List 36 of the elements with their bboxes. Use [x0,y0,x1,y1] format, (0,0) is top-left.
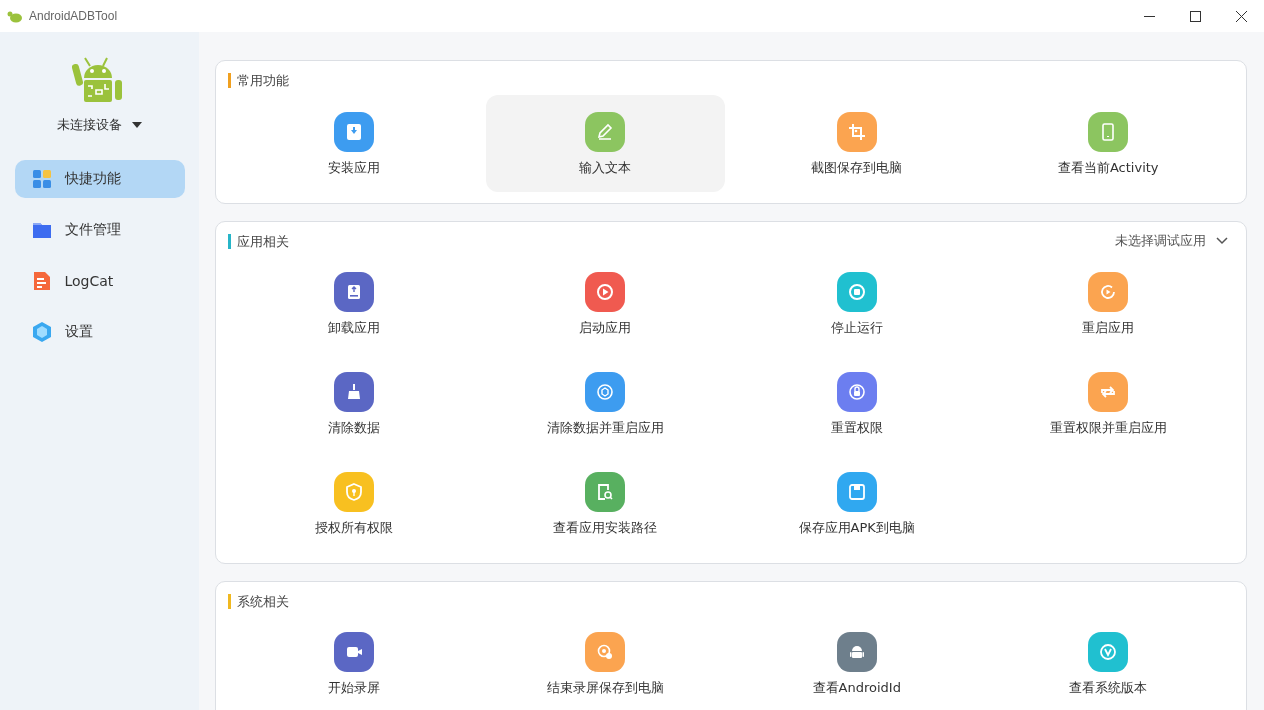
function-button[interactable]: 查看系统版本 [988,615,1228,710]
function-button[interactable]: 输入文本 [485,95,725,192]
function-button[interactable]: 查看AndroidId [737,615,977,710]
function-button[interactable]: 查看应用安装路径 [485,455,725,552]
window-title: AndroidADBTool [29,9,118,23]
sidebar-item[interactable]: 文件管理 [14,211,185,249]
function-button[interactable]: 截图保存到电脑 [737,95,977,192]
grid-icon [30,168,53,190]
function-button[interactable]: 开始录屏 [234,615,474,710]
function-button[interactable]: 清除数据并重启应用 [485,355,725,452]
function-button[interactable]: 安装应用 [234,95,474,192]
function-button[interactable]: 启动应用 [485,255,725,352]
function-button[interactable]: 重置权限并重启应用 [988,355,1228,452]
function-button[interactable]: 停止运行 [737,255,977,352]
app-logo-icon [7,9,23,23]
caret-down-icon [132,122,142,128]
maximize-icon [1189,10,1201,22]
hexagon-icon [30,321,53,343]
function-button[interactable]: 查看当前Activity [988,95,1228,192]
chevron-down-icon [1216,237,1228,245]
close-icon [1235,10,1247,22]
section-title: 系统相关 [237,593,289,609]
function-button[interactable]: 卸载应用 [234,255,474,352]
device-dropdown[interactable]: 未连接设备 [53,114,146,136]
function-button[interactable]: 清除数据 [234,355,474,452]
function-button[interactable]: 重启应用 [988,255,1228,352]
app-select-dropdown[interactable]: 未选择调试应用 [1115,232,1234,250]
function-button[interactable]: 保存应用APK到电脑 [737,455,977,552]
sidebar-item[interactable]: LogCat [14,262,185,300]
sidebar-item[interactable]: 快捷功能 [14,160,185,198]
section-title: 常用功能 [237,72,289,88]
function-button[interactable]: 重置权限 [737,355,977,452]
function-button[interactable]: 结束录屏保存到电脑 [485,615,725,710]
section-title: 应用相关 [237,233,289,249]
function-button[interactable]: 授权所有权限 [234,455,474,552]
sidebar-item[interactable]: 设置 [14,313,185,351]
